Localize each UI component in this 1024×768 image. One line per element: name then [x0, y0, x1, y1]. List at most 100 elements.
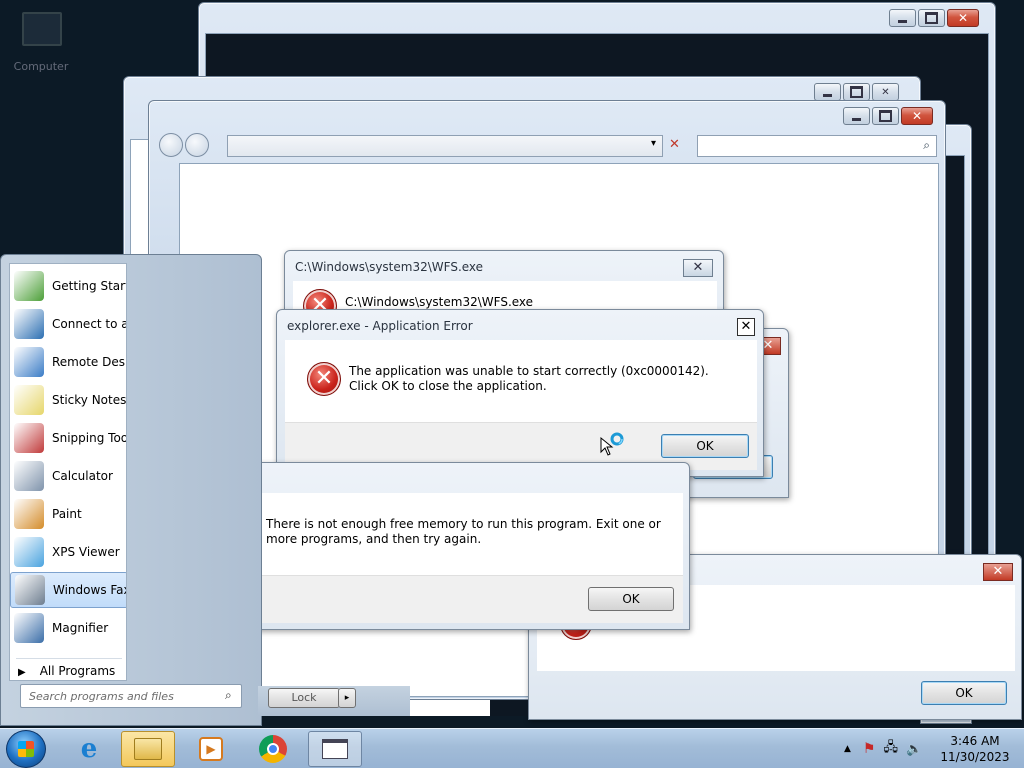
start-menu: Getting Starte Connect to a Remote Deskt St… — [0, 254, 262, 726]
start-menu-item[interactable]: XPS Viewer — [10, 534, 126, 570]
start-menu-item[interactable]: Connect to a — [10, 306, 127, 342]
start-button[interactable] — [6, 730, 46, 768]
taskbar-internet-explorer[interactable]: e — [62, 731, 116, 767]
start-menu-item-label: Sticky Notes — [52, 393, 127, 407]
close-button[interactable]: ✕ — [737, 318, 755, 336]
start-menu-item-label: Connect to a — [52, 317, 127, 331]
start-menu-item-label: Magnifier — [52, 621, 109, 635]
navigation-buttons — [159, 133, 209, 157]
dialog-message: There is not enough free memory to run t… — [266, 517, 661, 546]
taskbar: e ▶ ▲ ⚑ 🖧 🔈 3:46 AM 11/30/2023 — [0, 728, 1024, 768]
desktop-icon-label: Computer — [13, 60, 69, 73]
all-programs-label: All Programs — [39, 664, 116, 678]
search-input[interactable]: ⌕ — [697, 135, 937, 157]
folder-icon — [134, 738, 162, 760]
taskbar-windows-explorer[interactable] — [121, 731, 175, 767]
start-menu-item[interactable]: Windows Fax — [10, 572, 127, 608]
start-menu-programs: Getting Starte Connect to a Remote Deskt St… — [9, 263, 127, 681]
close-button[interactable]: ✕ — [872, 83, 899, 101]
chrome-icon — [259, 735, 287, 763]
desktop-computer-icon[interactable]: Computer — [8, 6, 72, 76]
show-hidden-icons-button[interactable]: ▲ — [844, 744, 851, 754]
dark-strip-2 — [490, 700, 528, 716]
clock[interactable]: 3:46 AM 11/30/2023 — [938, 733, 1012, 765]
start-menu-item[interactable]: Magnifier — [10, 610, 126, 646]
media-player-icon: ▶ — [199, 737, 223, 761]
magnifier-icon — [14, 613, 44, 643]
snipping-tool-icon — [14, 423, 44, 453]
action-center-icon[interactable]: ⚑ — [863, 741, 876, 757]
close-button[interactable]: ✕ — [683, 259, 713, 277]
maximize-button[interactable] — [843, 83, 870, 101]
clock-time: 3:46 AM — [950, 734, 1000, 748]
start-menu-item-label: Calculator — [52, 469, 113, 483]
network-icon[interactable]: 🖧 — [883, 738, 898, 760]
all-programs-button[interactable]: ▶ All Programs — [18, 664, 115, 678]
start-menu-item[interactable]: Remote Deskt — [10, 344, 126, 380]
search-icon[interactable]: ⌕ — [923, 138, 930, 153]
taskbar-media-player[interactable]: ▶ — [184, 731, 238, 767]
maximize-button[interactable] — [918, 9, 945, 27]
dark-strip — [410, 700, 490, 716]
dialog-message: The application was unable to start corr… — [349, 364, 709, 393]
ok-button[interactable]: OK — [921, 681, 1007, 705]
xps-viewer-icon — [14, 537, 44, 567]
window-icon — [322, 739, 348, 759]
start-menu-item-label: Paint — [52, 507, 82, 521]
paint-icon — [14, 499, 44, 529]
minimize-button[interactable] — [889, 9, 916, 27]
start-menu-item[interactable]: Getting Starte — [10, 268, 126, 304]
explorer-error-dialog[interactable]: explorer.exe - Application Error ✕ ✕ The… — [276, 309, 764, 477]
clock-date: 11/30/2023 — [940, 750, 1010, 764]
start-menu-item-label: XPS Viewer — [52, 545, 120, 559]
minimize-button[interactable] — [814, 83, 841, 101]
address-bar[interactable]: ▾ — [227, 135, 663, 157]
shutdown-area: Lock ▸ — [258, 686, 410, 716]
start-menu-separator — [16, 658, 122, 659]
close-button[interactable]: ✕ — [983, 563, 1013, 581]
dialog-title: explorer.exe - Application Error — [287, 319, 473, 333]
close-button[interactable]: ✕ — [947, 9, 979, 27]
sticky-notes-icon — [14, 385, 44, 415]
stop-icon[interactable]: ✕ — [669, 137, 680, 152]
dialog-title: C:\Windows\system32\WFS.exe — [295, 260, 484, 274]
minimize-button[interactable] — [843, 107, 870, 125]
dialog-message: C:\Windows\system32\WFS.exe — [345, 295, 534, 309]
close-button[interactable]: ✕ — [901, 107, 933, 125]
taskbar-chrome[interactable] — [246, 731, 300, 767]
search-icon: ⌕ — [225, 688, 232, 702]
internet-explorer-icon: e — [80, 734, 98, 764]
lock-button[interactable]: Lock — [268, 688, 340, 708]
shutdown-options-button[interactable]: ▸ — [338, 688, 356, 708]
maximize-button[interactable] — [872, 107, 899, 125]
start-menu-item-label: Remote Deskt — [52, 355, 126, 369]
start-menu-item[interactable]: Snipping Too — [10, 420, 127, 456]
start-menu-item-label: Snipping Too — [52, 431, 127, 445]
busy-cursor-icon — [600, 432, 626, 458]
dialog-body: ✕ There is not enough free memory to run… — [202, 493, 683, 575]
window-caption-buttons: ✕ — [843, 107, 933, 127]
start-search-input[interactable]: Search programs and files ⌕ — [20, 684, 242, 708]
ok-button[interactable]: OK — [588, 587, 674, 611]
memory-error-dialog[interactable]: ✕ There is not enough free memory to run… — [193, 462, 690, 630]
start-menu-item-label: Windows Fax — [53, 583, 127, 597]
projector-icon — [14, 309, 44, 339]
start-menu-item[interactable]: Paint — [10, 496, 126, 532]
chevron-right-icon: ▶ — [18, 667, 26, 678]
back-button[interactable] — [159, 133, 183, 157]
dialog-body: ✕ The application was unable to start co… — [285, 340, 757, 422]
forward-button[interactable] — [185, 133, 209, 157]
start-menu-item[interactable]: Calculator — [10, 458, 126, 494]
start-menu-item-label: Getting Starte — [52, 279, 126, 293]
taskbar-window[interactable] — [308, 731, 362, 767]
remote-desktop-icon — [14, 347, 44, 377]
start-menu-item[interactable]: Sticky Notes — [10, 382, 127, 418]
fax-icon — [15, 575, 45, 605]
error-icon: ✕ — [307, 362, 341, 396]
volume-icon[interactable]: 🔈 — [906, 742, 922, 757]
getting-started-icon — [14, 271, 44, 301]
chevron-down-icon[interactable]: ▾ — [651, 138, 656, 149]
window-caption-buttons: ✕ — [889, 9, 979, 29]
ok-button[interactable]: OK — [661, 434, 749, 458]
search-placeholder: Search programs and files — [29, 690, 174, 703]
